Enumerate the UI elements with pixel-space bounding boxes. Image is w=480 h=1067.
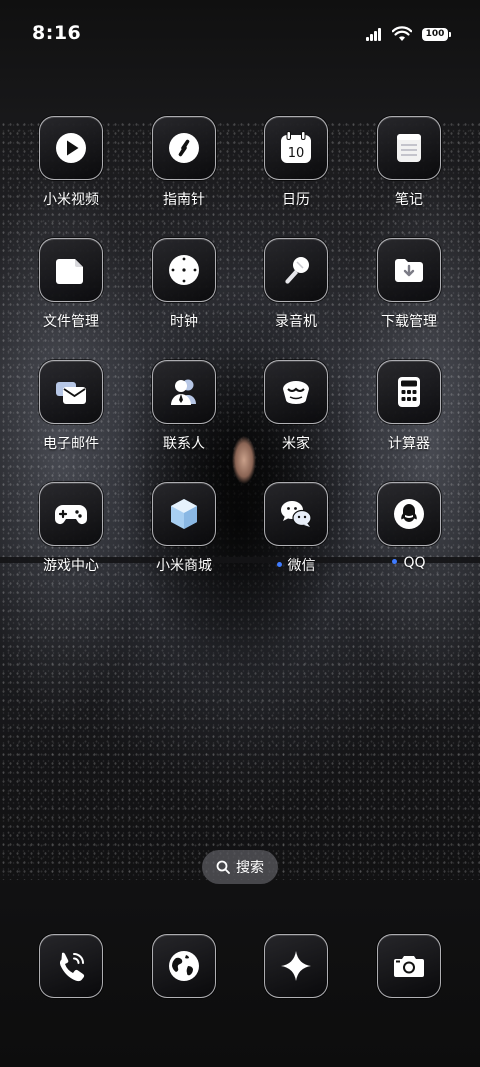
app-mijia[interactable]: 米家: [246, 360, 346, 470]
app-notes[interactable]: 笔记: [359, 116, 459, 226]
qq-icon: [377, 482, 441, 546]
battery-icon: 100: [422, 27, 451, 41]
app-download-manager[interactable]: 下载管理: [359, 238, 459, 348]
app-label: 指南针: [163, 192, 205, 208]
search-label: 搜索: [236, 860, 264, 876]
app-label: 微信: [246, 555, 346, 575]
app-label: 电子邮件: [43, 436, 99, 452]
contacts-icon: [152, 360, 216, 424]
gamepad-icon: [39, 482, 103, 546]
app-label: 计算器: [388, 436, 430, 452]
calendar-icon: 10: [264, 116, 328, 180]
app-label: 米家: [282, 436, 310, 452]
new-badge-dot: [276, 561, 282, 567]
app-compass[interactable]: 指南针: [134, 116, 234, 226]
play-icon: [39, 116, 103, 180]
app-label: 小米视频: [43, 192, 99, 208]
cube-icon: [152, 482, 216, 546]
app-label-text: QQ: [403, 555, 426, 571]
app-xiaomi-video[interactable]: 小米视频: [21, 116, 121, 226]
app-label: 小米商城: [156, 558, 212, 574]
app-label-text: 微信: [287, 558, 316, 574]
calculator-icon: [377, 360, 441, 424]
signal-icon: [366, 27, 382, 41]
status-icons: 100: [366, 24, 451, 44]
status-bar: 8:16 100: [0, 0, 480, 70]
download-icon: [377, 238, 441, 302]
wechat-icon: [264, 482, 328, 546]
app-label: 文件管理: [43, 314, 99, 330]
app-email[interactable]: 电子邮件: [21, 360, 121, 470]
app-label: 日历: [282, 192, 310, 208]
notes-icon: [377, 116, 441, 180]
dock-browser[interactable]: [134, 934, 234, 998]
app-contacts[interactable]: 联系人: [134, 360, 234, 470]
dock-phone[interactable]: [21, 934, 121, 998]
app-calculator[interactable]: 计算器: [359, 360, 459, 470]
dock-camera[interactable]: [359, 934, 459, 998]
app-label: QQ: [359, 555, 459, 571]
folder-icon: [39, 238, 103, 302]
app-label: 笔记: [395, 192, 423, 208]
app-label: 下载管理: [381, 314, 437, 330]
search-icon: [216, 860, 230, 874]
app-label: 时钟: [170, 314, 198, 330]
mijia-icon: [264, 360, 328, 424]
app-recorder[interactable]: 录音机: [246, 238, 346, 348]
app-calendar[interactable]: 10 日历: [246, 116, 346, 226]
app-wechat[interactable]: 微信: [246, 482, 346, 592]
search-button[interactable]: 搜索: [202, 850, 278, 884]
compass-icon: [152, 116, 216, 180]
globe-icon: [152, 934, 216, 998]
dock-assistant[interactable]: [246, 934, 346, 998]
app-clock[interactable]: 时钟: [134, 238, 234, 348]
sparkle-icon: [264, 934, 328, 998]
app-label: 录音机: [275, 314, 317, 330]
camera-icon: [377, 934, 441, 998]
phone-icon: [39, 934, 103, 998]
wifi-icon: [392, 26, 412, 41]
app-label: 游戏中心: [43, 558, 99, 574]
app-qq[interactable]: QQ: [359, 482, 459, 592]
app-file-manager[interactable]: 文件管理: [21, 238, 121, 348]
app-label: 联系人: [163, 436, 205, 452]
microphone-icon: [264, 238, 328, 302]
status-time: 8:16: [32, 22, 82, 44]
new-badge-dot: [392, 558, 398, 564]
app-game-center[interactable]: 游戏中心: [21, 482, 121, 592]
mail-icon: [39, 360, 103, 424]
home-screen: 8:16 100 小米视频 指南针 10 日历 笔记 文件管理 时钟 录音机 下…: [0, 0, 480, 1067]
calendar-date: 10: [288, 146, 305, 161]
clock-icon: [152, 238, 216, 302]
app-xiaomi-store[interactable]: 小米商城: [134, 482, 234, 592]
